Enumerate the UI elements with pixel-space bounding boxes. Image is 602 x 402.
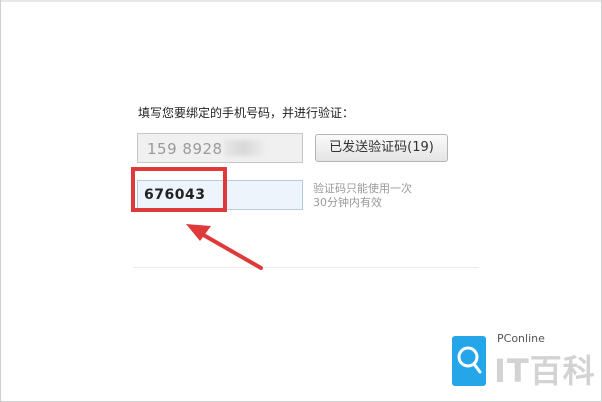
code-hint-line-2: 30分钟内有效 <box>313 196 382 209</box>
top-border <box>1 0 601 2</box>
watermark-brand: PConline <box>497 332 545 345</box>
form-divider <box>133 267 479 268</box>
code-hint: 验证码只能使用一次 30分钟内有效 <box>313 182 412 210</box>
watermark-name: IT百科 <box>494 352 596 390</box>
phone-number-field: 159 8928 <box>137 133 303 163</box>
phone-number-blur <box>224 140 264 156</box>
send-code-button[interactable]: 已发送验证码(19) <box>315 134 448 162</box>
watermark: PConline IT百科 <box>452 328 597 394</box>
bind-phone-prompt: 填写您要绑定的手机号码，并进行验证： <box>138 106 355 120</box>
magnifier-logo-icon <box>452 336 486 386</box>
verification-code-value: 676043 <box>144 187 206 203</box>
phone-number-value: 159 8928 <box>147 140 223 158</box>
code-hint-line-1: 验证码只能使用一次 <box>313 182 412 195</box>
verification-code-input[interactable]: 676043 <box>137 180 303 210</box>
